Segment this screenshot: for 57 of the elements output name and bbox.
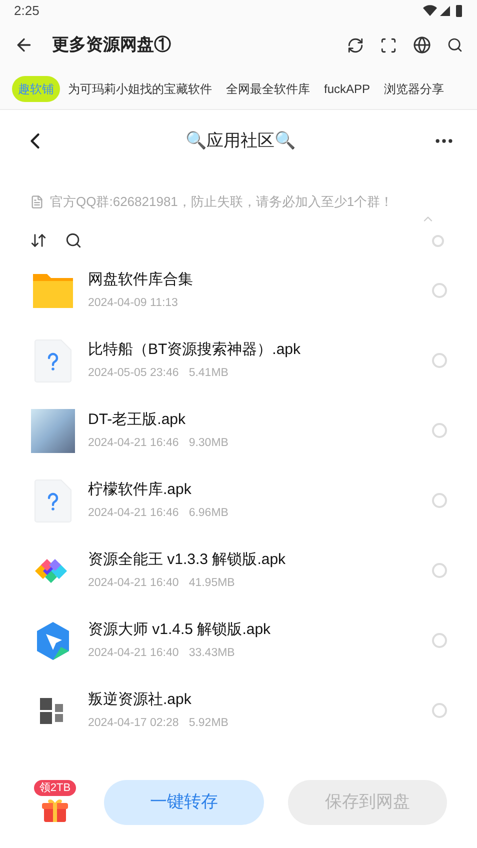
sort-icon[interactable] <box>30 232 47 249</box>
unknown-file-icon <box>34 478 72 522</box>
select-radio[interactable] <box>432 633 447 648</box>
file-name: 叛逆资源社.apk <box>88 690 192 710</box>
file-size: 6.96MB <box>188 506 228 521</box>
status-time: 2:25 <box>14 2 40 20</box>
file-date: 2024-04-17 02:28 <box>88 716 179 731</box>
file-row[interactable]: 资源全能王 v1.3.3 解锁版.apk 2024-04-21 16:40 41.95MB <box>0 536 477 606</box>
file-date: 2024-04-21 16:46 <box>88 436 179 451</box>
file-date: 2024-05-05 23:46 <box>88 366 179 381</box>
hexagon-app-icon <box>35 620 71 660</box>
select-radio[interactable] <box>432 283 447 298</box>
status-icons <box>423 5 463 17</box>
file-name: 资源全能王 v1.3.3 解锁版.apk <box>88 550 287 570</box>
file-row[interactable]: DT-老王版.apk 2024-04-21 16:46 9.30MB <box>0 396 477 466</box>
select-radio[interactable] <box>432 703 447 718</box>
file-name: 柠檬软件库.apk <box>88 480 192 500</box>
app-bar-title: 更多资源网盘① <box>52 34 172 56</box>
photo-placeholder <box>31 408 75 452</box>
scan-icon[interactable] <box>380 36 397 54</box>
file-name: 资源大师 v1.4.5 解锁版.apk <box>88 620 272 640</box>
note-icon <box>30 194 44 209</box>
notice-text: 官方QQ群:626821981，防止失联，请务必加入至少1个群！ <box>50 193 394 211</box>
globe-icon[interactable] <box>413 36 431 54</box>
file-row[interactable]: 柠檬软件库.apk 2024-04-21 16:46 6.96MB <box>0 466 477 536</box>
file-date: 2024-04-09 11:13 <box>88 296 178 311</box>
search-icon[interactable] <box>65 232 82 249</box>
select-radio[interactable] <box>432 423 447 438</box>
tab[interactable]: 全网最全软件库 <box>220 76 316 102</box>
file-size: 5.41MB <box>188 366 228 381</box>
tab[interactable]: fuckAPP <box>318 76 376 102</box>
file-date: 2024-04-21 16:40 <box>88 646 179 661</box>
file-size: 5.92MB <box>188 716 228 731</box>
file-name: 比特船（BT资源搜索神器）.apk <box>88 340 302 360</box>
file-row[interactable]: 资源大师 v1.4.5 解锁版.apk 2024-04-21 16:40 33.43MB <box>0 606 477 676</box>
file-row[interactable]: 叛逆资源社.apk 2024-04-17 02:28 5.92MB <box>0 676 477 746</box>
gift-badge: 领2TB <box>34 780 76 796</box>
select-radio[interactable] <box>432 234 444 246</box>
select-radio[interactable] <box>432 353 447 368</box>
file-date: 2024-04-21 16:40 <box>88 576 179 591</box>
file-size: 33.43MB <box>188 646 235 661</box>
folder-icon <box>31 272 75 310</box>
tab[interactable]: 浏览器分享 <box>378 76 450 102</box>
file-row[interactable]: 比特船（BT资源搜索神器）.apk 2024-05-05 23:46 5.41MB <box>0 326 477 396</box>
file-name: 网盘软件库合集 <box>88 270 194 290</box>
unknown-file-icon <box>34 338 72 382</box>
file-row[interactable]: 网盘软件库合集 2024-04-09 11:13 <box>0 256 477 326</box>
refresh-icon[interactable] <box>347 36 364 54</box>
file-size: 9.30MB <box>188 436 228 451</box>
select-radio[interactable] <box>432 563 447 578</box>
file-date: 2024-04-21 16:46 <box>88 506 179 521</box>
tab[interactable]: 为可玛莉小姐找的宝藏软件 <box>62 76 218 102</box>
file-name: DT-老王版.apk <box>88 410 187 430</box>
file-size: 41.95MB <box>188 576 235 591</box>
search-icon[interactable] <box>447 37 463 53</box>
share-title: 🔍应用社区🔍 <box>184 130 296 152</box>
select-radio[interactable] <box>432 493 447 508</box>
